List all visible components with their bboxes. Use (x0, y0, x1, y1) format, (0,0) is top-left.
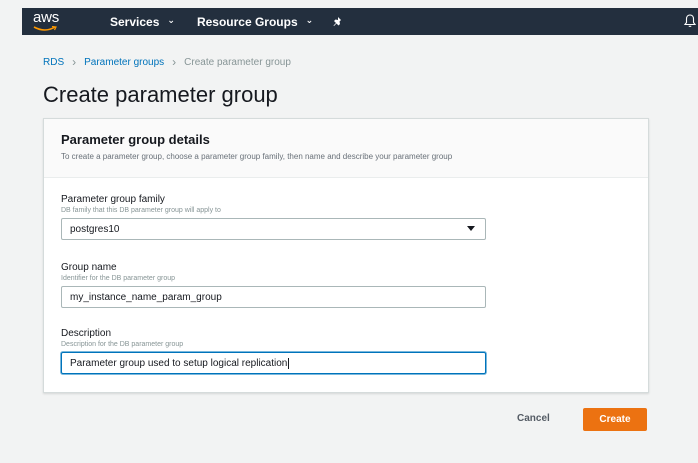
cancel-button[interactable]: Cancel (517, 413, 550, 424)
chevron-right-icon: › (72, 55, 77, 69)
field-hint: Description for the DB parameter group (61, 341, 184, 348)
breadcrumb-rds[interactable]: RDS (43, 57, 64, 68)
card-description: To create a parameter group, choose a pa… (61, 152, 453, 161)
parameter-group-family-field: Parameter group family DB family that th… (61, 194, 486, 240)
pin-icon[interactable] (331, 15, 345, 29)
input-value: my_instance_name_param_group (70, 291, 222, 303)
input-value: Parameter group used to setup logical re… (70, 357, 288, 369)
aws-logo[interactable]: aws (24, 8, 88, 35)
select-value: postgres10 (70, 223, 120, 235)
card-title: Parameter group details (61, 132, 210, 147)
description-input[interactable]: Parameter group used to setup logical re… (61, 352, 486, 374)
bell-icon[interactable] (683, 14, 697, 28)
field-hint: DB family that this DB parameter group w… (61, 207, 221, 214)
pin-icon-glyph (333, 16, 342, 26)
chevron-down-icon: ⌄ (305, 15, 314, 25)
card-header: Parameter group details To create a para… (44, 119, 648, 178)
group-name-input[interactable]: my_instance_name_param_group (61, 286, 486, 308)
page: aws Services ⌄ Resource Groups ⌄ RDS › P… (0, 0, 698, 463)
resource-groups-label: Resource Groups (196, 14, 298, 29)
create-button[interactable]: Create (583, 408, 647, 431)
aws-smile-icon (33, 26, 57, 31)
chevron-right-icon: › (172, 55, 177, 69)
services-label: Services (110, 14, 160, 29)
aws-logo-text: aws (33, 9, 60, 26)
services-menu[interactable]: Services ⌄ (110, 15, 175, 29)
bell-icon-glyph (683, 14, 697, 28)
description-field: Description Description for the DB param… (61, 328, 486, 374)
caret-down-icon (467, 226, 475, 231)
group-name-field: Group name Identifier for the DB paramet… (61, 262, 486, 308)
text-cursor (288, 357, 290, 369)
page-title: Create parameter group (43, 82, 278, 107)
top-nav-bar: aws Services ⌄ Resource Groups ⌄ (22, 8, 698, 35)
parameter-group-details-card: Parameter group details To create a para… (43, 118, 649, 393)
resource-groups-menu[interactable]: Resource Groups ⌄ (197, 15, 313, 29)
field-label: Description (61, 328, 112, 339)
breadcrumb: RDS › Parameter groups › Create paramete… (43, 55, 291, 69)
parameter-group-family-select[interactable]: postgres10 (61, 218, 486, 240)
breadcrumb-parameter-groups[interactable]: Parameter groups (84, 57, 164, 68)
field-label: Parameter group family (61, 194, 165, 205)
breadcrumb-current: Create parameter group (184, 56, 291, 68)
chevron-down-icon: ⌄ (167, 15, 175, 25)
field-hint: Identifier for the DB parameter group (61, 275, 176, 282)
field-label: Group name (61, 262, 117, 273)
